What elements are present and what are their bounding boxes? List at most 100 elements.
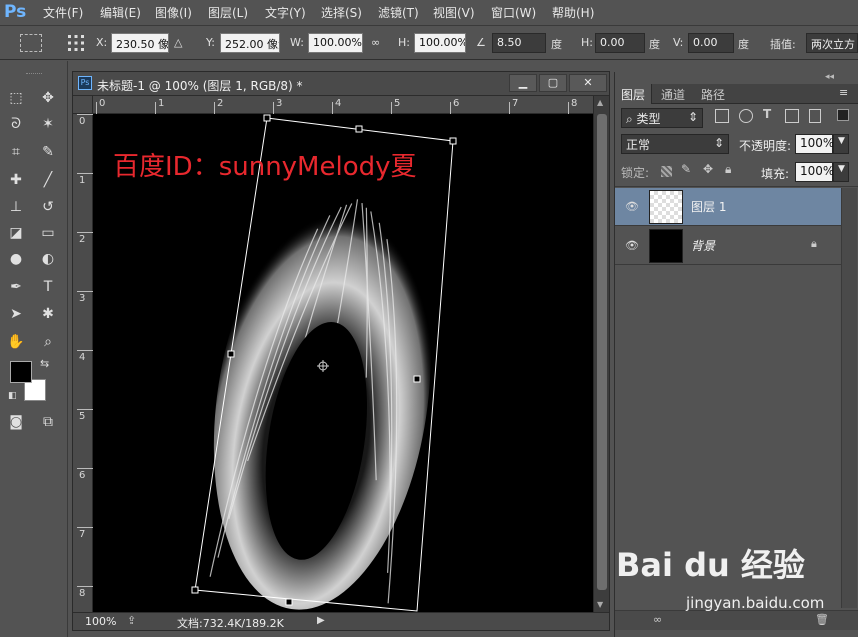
menu-view[interactable]: 视图(V) (433, 4, 475, 21)
type-tool-icon[interactable]: T (36, 276, 60, 298)
toolbar-grip[interactable] (26, 73, 42, 75)
layer-filter-select[interactable]: ⌕ 类型 ⇕ (621, 108, 703, 128)
export-icon[interactable]: ⇪ (127, 614, 136, 627)
dodge-icon[interactable]: ◐ (36, 248, 60, 270)
foreground-color-swatch[interactable] (10, 361, 32, 383)
lock-move-icon[interactable]: ✥ (703, 162, 713, 176)
reference-point-icon[interactable] (66, 33, 86, 53)
hskew-field[interactable]: 0.00 (595, 33, 645, 53)
angle-field[interactable]: 8.50 (492, 33, 546, 53)
w-label: W: (290, 36, 304, 49)
opacity-dropdown-icon[interactable]: ▼ (833, 134, 849, 154)
status-menu-arrow-icon[interactable]: ▶ (317, 615, 325, 626)
close-button[interactable]: ✕ (569, 74, 607, 92)
default-colors-icon[interactable]: ◧ (8, 391, 17, 401)
scrollbar-thumb[interactable] (597, 114, 607, 590)
link-icon[interactable]: ∞ (371, 36, 380, 49)
visibility-eye-icon[interactable]: 👁︎ (625, 200, 639, 213)
ruler-tick-mark (77, 527, 93, 528)
scroll-down-icon[interactable]: ▼ (597, 600, 603, 609)
filter-shape-icon[interactable] (785, 109, 799, 123)
tab-channels[interactable]: 通道 (655, 84, 691, 104)
menu-filter[interactable]: 滤镜(T) (378, 4, 419, 21)
lock-all-icon[interactable]: 🔒︎ (725, 162, 731, 177)
lasso-icon[interactable]: ᘐ (4, 113, 28, 135)
brush-icon[interactable]: ╱ (36, 169, 60, 191)
y-field[interactable]: 252.00 像素 (220, 33, 280, 53)
magic-wand-icon[interactable]: ✶ (36, 113, 60, 135)
lock-paint-icon[interactable]: ✎ (681, 162, 691, 176)
clone-stamp-icon[interactable]: ⊥ (4, 196, 28, 218)
filter-type-icon[interactable]: T (763, 107, 771, 121)
hand-icon[interactable]: ✋ (4, 331, 28, 353)
vertical-scrollbar[interactable]: ▲ ▼ (593, 96, 609, 612)
menu-type[interactable]: 文字(Y) (265, 4, 306, 21)
minimize-button[interactable]: ▁ (509, 74, 537, 92)
visibility-eye-icon[interactable]: 👁︎ (625, 239, 639, 252)
ruler-tick-mark (77, 173, 93, 174)
marquee-icon[interactable]: ⬚ (4, 87, 28, 109)
interpolation-select[interactable]: 两次立方 (806, 33, 858, 53)
filter-adjustment-icon[interactable] (739, 109, 753, 123)
filter-pixel-icon[interactable] (715, 109, 729, 123)
ruler-origin[interactable] (73, 96, 93, 114)
h-label: H: (398, 36, 410, 49)
height-field[interactable]: 100.00% (414, 33, 466, 53)
menu-help[interactable]: 帮助(H) (552, 4, 594, 21)
ruler-tick-mark (568, 102, 569, 114)
link-layers-icon[interactable]: ∞ (653, 613, 662, 626)
horizontal-ruler[interactable]: 0 1 2 3 4 5 6 7 8 (93, 96, 593, 114)
vskew-field[interactable]: 0.00 (688, 33, 734, 53)
panel-menu-icon[interactable]: ≡ (839, 86, 848, 99)
x-field[interactable]: 230.50 像素 (111, 33, 169, 53)
tab-layers[interactable]: 图层 (615, 84, 653, 104)
path-selection-icon[interactable]: ➤ (4, 303, 28, 325)
menu-layer[interactable]: 图层(L) (208, 4, 248, 21)
document-canvas[interactable]: 百度ID：sunnyMelody夏 (93, 114, 593, 612)
blur-icon[interactable]: ● (4, 248, 28, 270)
opacity-field[interactable]: 100% (795, 134, 834, 154)
eraser-icon[interactable]: ◪ (4, 222, 28, 244)
quick-mask-icon[interactable]: ◙ (4, 411, 28, 433)
fill-dropdown-icon[interactable]: ▼ (833, 162, 849, 182)
width-field[interactable]: 100.00% (308, 33, 363, 53)
lock-transparent-icon[interactable] (661, 166, 672, 177)
screen-mode-icon[interactable]: ⧉ (36, 411, 60, 433)
zoom-level[interactable]: 100% (85, 615, 116, 628)
filter-toggle-icon[interactable] (837, 109, 849, 121)
ruler-tick-label: 1 (79, 175, 86, 186)
transform-tool-icon[interactable] (20, 34, 42, 52)
eyedropper-icon[interactable]: ✎ (36, 141, 60, 163)
layer-row-layer1[interactable]: 👁︎ 图层 1 (615, 188, 841, 226)
healing-brush-icon[interactable]: ✚ (4, 169, 28, 191)
gradient-icon[interactable]: ▭ (36, 222, 60, 244)
ruler-tick-label: 7 (512, 98, 519, 109)
chevron-down-icon: ⇕ (687, 110, 698, 124)
ruler-tick-mark (450, 102, 451, 114)
maximize-button[interactable]: ▢ (539, 74, 567, 92)
tab-paths[interactable]: 路径 (695, 84, 731, 104)
menu-edit[interactable]: 编辑(E) (100, 4, 141, 21)
blend-mode-select[interactable]: 正常 ⇕ (621, 134, 729, 154)
collapse-panel-icon[interactable]: ◂◂ (825, 72, 834, 82)
menu-image[interactable]: 图像(I) (155, 4, 192, 21)
pen-icon[interactable]: ✒ (4, 276, 28, 298)
document-titlebar[interactable]: Ps 未标题-1 @ 100% (图层 1, RGB/8) * ▁ ▢ ✕ (73, 72, 609, 96)
menu-file[interactable]: 文件(F) (43, 4, 83, 21)
scroll-up-icon[interactable]: ▲ (597, 98, 603, 107)
move-icon[interactable]: ✥ (36, 87, 60, 109)
vertical-ruler[interactable]: 0 1 2 3 4 5 6 7 8 (73, 114, 93, 612)
menu-window[interactable]: 窗口(W) (491, 4, 536, 21)
zoom-icon[interactable]: ⌕ (36, 331, 60, 353)
relative-position-icon[interactable]: △ (174, 36, 182, 49)
filter-smart-object-icon[interactable] (809, 109, 821, 123)
fill-field[interactable]: 100% (795, 162, 834, 182)
history-brush-icon[interactable]: ↺ (36, 196, 60, 218)
delete-layer-icon[interactable]: 🗑︎ (815, 613, 829, 626)
crop-icon[interactable]: ⌗ (4, 141, 28, 163)
layer-row-background[interactable]: 👁︎ 背景 🔒︎ (615, 227, 841, 265)
blend-mode-value: 正常 (626, 138, 651, 152)
menu-select[interactable]: 选择(S) (321, 4, 362, 21)
swap-colors-icon[interactable]: ⇆ (40, 357, 49, 370)
custom-shape-icon[interactable]: ✱ (36, 303, 60, 325)
